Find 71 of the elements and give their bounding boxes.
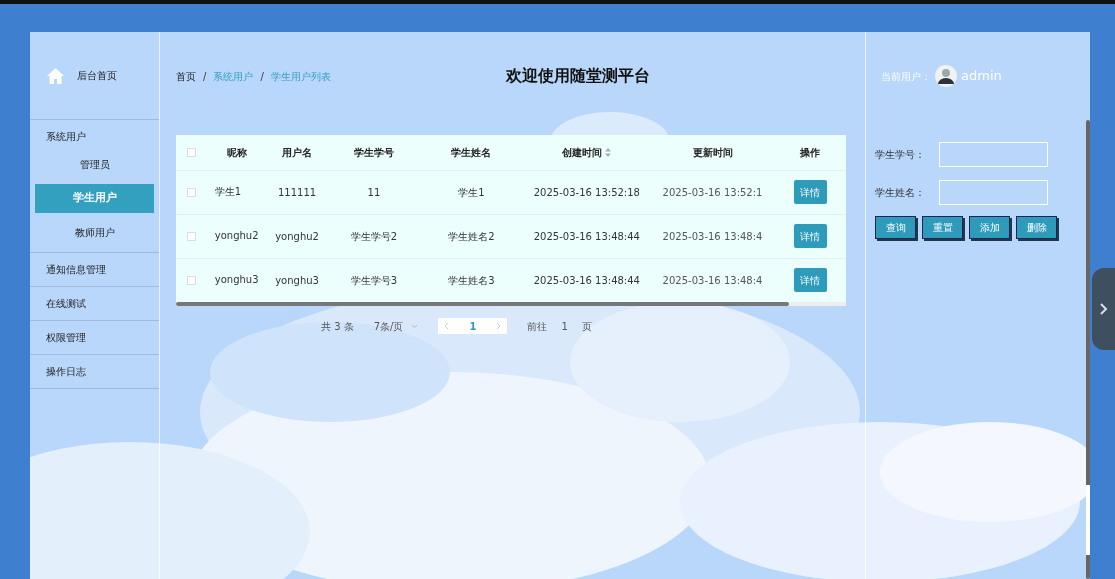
search-panel-button[interactable]: 添加 [969, 216, 1010, 239]
user-name: admin [961, 67, 1002, 86]
total-count: 共 3 条 [321, 319, 354, 334]
dropdown-icon [411, 323, 419, 329]
goto-page-field[interactable]: 1 [561, 318, 568, 334]
submenu-item[interactable]: 管理员 [30, 149, 159, 180]
submenu-item[interactable]: 学生用户 [35, 184, 154, 213]
search-panel-button[interactable]: 删除 [1016, 216, 1057, 239]
menu-item[interactable]: 权限管理 [30, 325, 159, 350]
menu-item[interactable]: 系统用户 [30, 124, 159, 149]
column-header: 更新时间 [692, 146, 733, 158]
details-button[interactable]: 详情 [793, 224, 827, 248]
details-button[interactable]: 详情 [793, 180, 827, 204]
goto-label: 前往 [527, 319, 548, 334]
menu-item[interactable]: 通知信息管理 [30, 257, 159, 282]
table-cell: 2025-03-16 13:48:44 [533, 274, 640, 286]
column-header: 用户名 [282, 146, 313, 158]
search-panel-button[interactable]: 重置 [922, 216, 963, 239]
row-checkbox[interactable] [186, 276, 196, 286]
home-link[interactable]: 后台首页 [77, 68, 117, 83]
menu-item[interactable]: 在线测试 [30, 291, 159, 316]
table-cell: 学生学号3 [350, 274, 398, 286]
goto-suffix: 页 [581, 319, 592, 334]
table-cell: 111111 [277, 186, 317, 198]
table-cell: 2025-03-16 13:48:4 [662, 274, 763, 286]
side-tab[interactable] [1092, 268, 1115, 350]
page-size-value: 7条/页 [373, 319, 404, 334]
page-title: 欢迎使用随堂测平台 [506, 65, 650, 87]
table-cell: 11 [367, 186, 381, 198]
chevron-right-icon [1099, 303, 1108, 315]
table-cell: 学生学号2 [350, 230, 398, 242]
table-cell: 学生姓名2 [448, 230, 495, 242]
column-header: 学生姓名 [451, 146, 492, 158]
table-cell: 学生1 [458, 186, 485, 198]
column-header: 学生学号 [353, 146, 394, 158]
submenu-item[interactable]: 教师用户 [30, 217, 159, 248]
table-cell: 2025-03-16 13:48:4 [662, 230, 763, 242]
page-size-select[interactable]: 7条/页 [373, 318, 419, 334]
column-header: 操作 [800, 146, 821, 158]
input-field[interactable] [939, 180, 1048, 205]
scrollbar[interactable] [1086, 120, 1090, 579]
field-label: 学生姓名： [875, 186, 926, 200]
scrollbar[interactable] [176, 302, 789, 306]
select-all-checkbox[interactable] [186, 148, 196, 158]
menu-item[interactable]: 操作日志 [30, 359, 159, 384]
sort-icon[interactable] [605, 148, 612, 158]
search-panel-button[interactable]: 查询 [875, 216, 916, 239]
next-page-icon[interactable] [496, 322, 502, 330]
row-checkbox[interactable] [186, 188, 196, 197]
breadcrumb-separator: / [203, 69, 207, 84]
column-header[interactable]: 创建时间 [562, 146, 603, 158]
breadcrumb-link[interactable]: 首页 [176, 68, 196, 84]
column-header: 昵称 [226, 146, 247, 158]
table-cell: yonghu2 [275, 230, 319, 242]
table-cell: 2025-03-16 13:52:1 [662, 186, 763, 198]
table-cell: yonghu3 [275, 274, 319, 286]
field-label: 学生学号： [875, 148, 926, 162]
breadcrumb-separator: / [260, 69, 264, 84]
table-cell: yonghu2 [214, 230, 259, 241]
avatar [935, 65, 957, 87]
table-cell: 学生姓名3 [448, 274, 495, 286]
table-cell: 2025-03-16 13:48:44 [533, 230, 640, 242]
row-checkbox[interactable] [186, 232, 196, 241]
user-label: 当前用户： [881, 69, 931, 84]
table-cell: yonghu3 [214, 274, 259, 286]
home-icon[interactable] [47, 67, 64, 84]
table-cell: 学生1 [214, 186, 242, 197]
input-field[interactable] [939, 142, 1048, 167]
previous-page-icon[interactable] [444, 322, 450, 330]
details-button[interactable]: 详情 [793, 268, 827, 293]
table-cell: 2025-03-16 13:52:18 [533, 186, 640, 198]
